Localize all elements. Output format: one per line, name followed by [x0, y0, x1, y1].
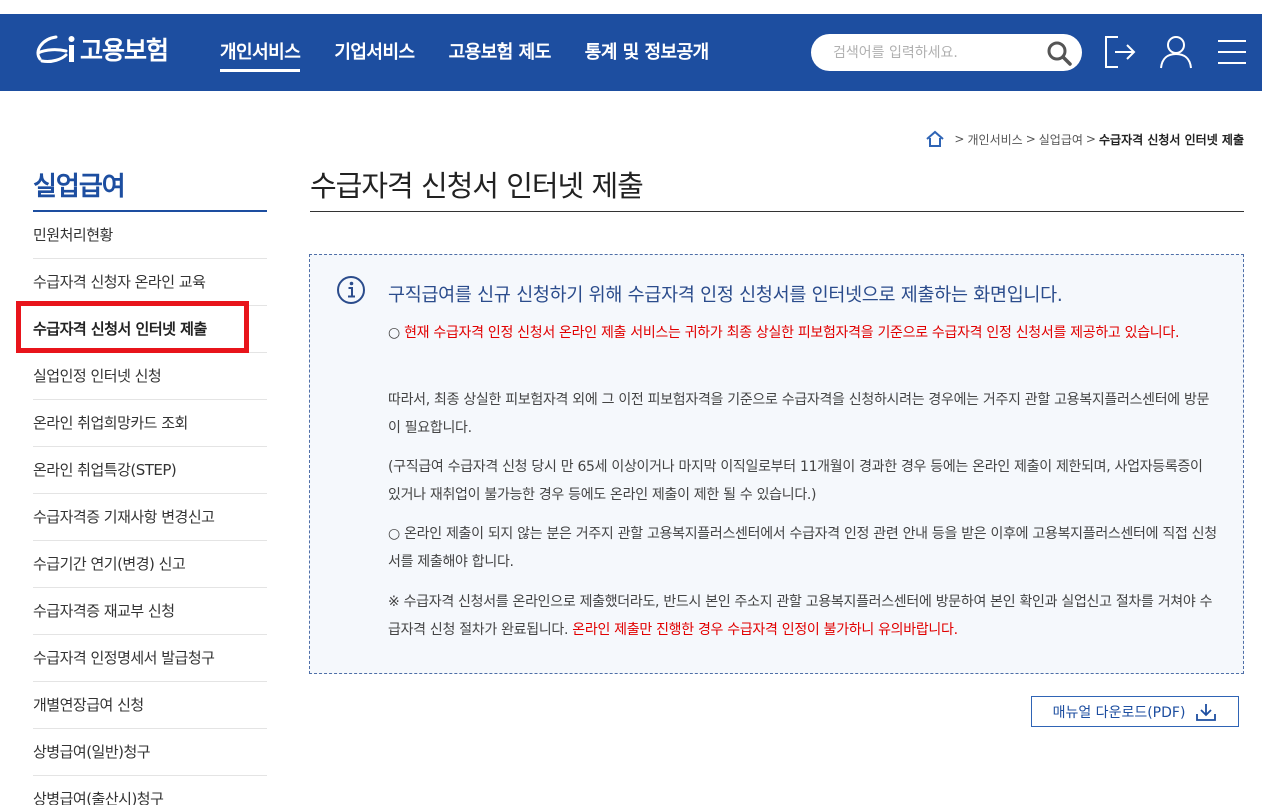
sidebar-item-job-hope-card[interactable]: 온라인 취업희망카드 조회: [33, 400, 267, 447]
top-header: 고용보험 개인서비스 기업서비스 고용보험 제도 통계 및 정보공개: [0, 14, 1262, 91]
sidebar-item-unemployment-recognition[interactable]: 실업인정 인터넷 신청: [33, 353, 267, 400]
sidebar-item-certificate-reissue[interactable]: 수급자격증 재교부 신청: [33, 588, 267, 635]
sidebar-item-certificate-change[interactable]: 수급자격증 기재사항 변경신고: [33, 494, 267, 541]
search-input[interactable]: [833, 34, 1043, 71]
logout-icon[interactable]: [1102, 34, 1138, 70]
info-lead-text: 구직급여를 신규 신청하기 위해 수급자격 인정 신청서를 인터넷으로 제출하는…: [388, 285, 1063, 306]
sidebar-item-complaint-status[interactable]: 민원처리현황: [33, 212, 267, 259]
sidebar-item-statement-request[interactable]: 수급자격 인정명세서 발급청구: [33, 635, 267, 682]
sidebar-item-step-lecture[interactable]: 온라인 취업특강(STEP): [33, 447, 267, 494]
info-paragraph: ※ 수급자격 신청서를 온라인으로 제출했더라도, 반드시 본인 주소지 관할 …: [388, 588, 1218, 644]
main-nav: 개인서비스 기업서비스 고용보험 제도 통계 및 정보공개: [220, 14, 743, 91]
sidebar-item-sickness-childbirth[interactable]: 상병급여(출산시)청구: [33, 776, 267, 805]
sidebar-title: 실업급여: [33, 166, 267, 212]
sidebar-item-sickness-general[interactable]: 상병급여(일반)청구: [33, 729, 267, 776]
breadcrumb: > 개인서비스 > 실업급여 > 수급자격 신청서 인터넷 제출: [925, 130, 1244, 148]
breadcrumb-item[interactable]: 개인서비스: [967, 131, 1022, 148]
sidebar: 실업급여 민원처리현황 수급자격 신청자 온라인 교육 수급자격 신청서 인터넷…: [16, 166, 267, 805]
info-icon: [337, 276, 365, 304]
sidebar-item-period-extension[interactable]: 수급기간 연기(변경) 신고: [33, 541, 267, 588]
info-paragraph: (구직급여 수급자격 신청 당시 만 65세 이상이거나 마지막 이직일로부터 …: [388, 459, 1203, 503]
site-logo[interactable]: 고용보험: [32, 28, 169, 70]
breadcrumb-separator: >: [1085, 132, 1096, 146]
nav-insurance-system[interactable]: 고용보험 제도: [449, 14, 552, 91]
info-paragraph: ○ 현재 수급자격 인정 신청서 온라인 제출 서비스는 귀하가 최종 상실한 …: [388, 319, 1218, 347]
search-box: [811, 34, 1082, 71]
info-paragraph: 따라서, 최종 상실한 피보험자격 외에 그 이전 피보험자격을 기준으로 수급…: [388, 392, 1210, 436]
download-icon: [1196, 703, 1217, 721]
info-paragraph: ○ 온라인 제출이 되지 않는 분은 거주지 관할 고용복지플러스센터에서 수급…: [388, 526, 1217, 570]
logo-mark-icon: [36, 35, 75, 63]
sidebar-item-label: 수급자격 신청서 인터넷 제출: [33, 320, 207, 338]
nav-personal-services[interactable]: 개인서비스: [220, 14, 301, 91]
sidebar-item-online-education[interactable]: 수급자격 신청자 온라인 교육: [33, 259, 267, 306]
manual-download-button[interactable]: 매뉴얼 다운로드(PDF): [1031, 696, 1239, 727]
logo-text: 고용보험: [80, 36, 169, 65]
nav-corporate-services[interactable]: 기업서비스: [334, 14, 415, 91]
search-icon[interactable]: [1046, 40, 1072, 66]
warning-text: 현재 수급자격 인정 신청서 온라인 제출 서비스는 귀하가 최종 상실한 피보…: [404, 325, 1180, 341]
home-icon[interactable]: [925, 130, 945, 148]
breadcrumb-separator: >: [954, 132, 965, 146]
breadcrumb-current: 수급자격 신청서 인터넷 제출: [1098, 132, 1244, 147]
warning-text: 온라인 제출만 진행한 경우 수급자격 인정이 불가하니 유의바랍니다.: [572, 622, 958, 638]
download-label: 매뉴얼 다운로드(PDF): [1052, 704, 1186, 721]
info-box: 구직급여를 신규 신청하기 위해 수급자격 인정 신청서를 인터넷으로 제출하는…: [309, 254, 1244, 674]
sidebar-item-internet-submission[interactable]: 수급자격 신청서 인터넷 제출: [16, 301, 267, 353]
menu-icon[interactable]: [1214, 34, 1250, 70]
breadcrumb-separator: >: [1025, 132, 1036, 146]
title-divider: [310, 211, 1244, 212]
sidebar-item-individual-extension[interactable]: 개별연장급여 신청: [33, 682, 267, 729]
page-title: 수급자격 신청서 인터넷 제출: [310, 169, 644, 203]
user-icon[interactable]: [1158, 34, 1194, 70]
breadcrumb-item[interactable]: 실업급여: [1039, 131, 1083, 148]
bullet-marker: ○: [388, 325, 405, 341]
nav-statistics-info[interactable]: 통계 및 정보공개: [585, 14, 709, 91]
